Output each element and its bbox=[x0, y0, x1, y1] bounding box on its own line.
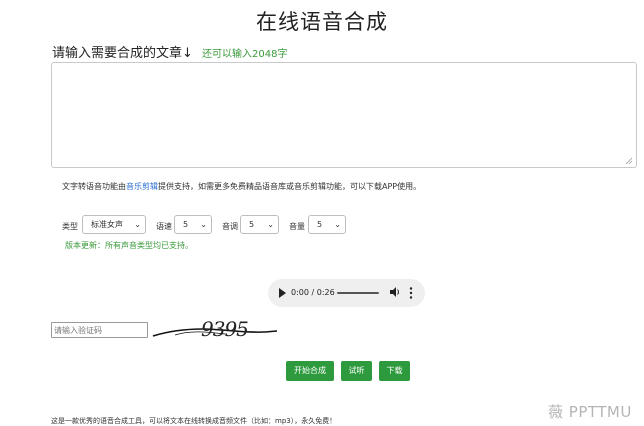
pitch-select-value: 5 bbox=[249, 220, 255, 229]
watermark: 薇 PPTTMU bbox=[548, 403, 632, 421]
pitch-select[interactable]: 5 ⌄ bbox=[240, 215, 279, 234]
audio-player: 0:00 / 0:26 bbox=[268, 279, 425, 307]
type-label: 类型 bbox=[62, 222, 78, 231]
footer-note: 这是一款优秀的语音合成工具，可以将文本在线转换成音频文件（比如：mp3），永久免… bbox=[51, 417, 337, 425]
page: 在线语音合成 请输入需要合成的文章↓ 还可以输入2048字 文字转语音功能由音乐… bbox=[0, 0, 644, 426]
audio-progress-slider[interactable] bbox=[337, 292, 379, 294]
article-textarea[interactable] bbox=[51, 62, 637, 168]
char-limit-text: 还可以输入2048字 bbox=[202, 49, 288, 60]
speed-label: 语速 bbox=[156, 222, 172, 231]
type-select[interactable]: 标准女声 ⌄ bbox=[82, 215, 146, 234]
pitch-label: 音调 bbox=[222, 222, 238, 231]
audio-time: 0:00 / 0:26 bbox=[291, 288, 335, 297]
info-suffix: 提供支持，如需更多免费精品语音库或音乐剪辑功能，可以下载APP使用。 bbox=[158, 182, 422, 191]
captcha-input[interactable] bbox=[51, 322, 148, 338]
chevron-down-icon: ⌄ bbox=[134, 220, 141, 229]
update-note: 版本更新：所有声音类型均已支持。 bbox=[65, 241, 193, 250]
prompt-label: 请输入需要合成的文章↓ bbox=[52, 46, 193, 61]
info-line: 文字转语音功能由音乐剪辑提供支持，如需更多免费精品语音库或音乐剪辑功能，可以下载… bbox=[62, 181, 421, 192]
more-options-icon[interactable] bbox=[409, 286, 413, 300]
prompt-row: 请输入需要合成的文章↓ 还可以输入2048字 bbox=[52, 42, 287, 61]
captcha-image[interactable]: 9395 bbox=[151, 312, 279, 344]
chevron-down-icon: ⌄ bbox=[334, 220, 341, 229]
speed-select[interactable]: 5 ⌄ bbox=[174, 215, 212, 234]
info-prefix: 文字转语音功能由 bbox=[62, 182, 126, 191]
volume-icon[interactable] bbox=[389, 286, 401, 298]
play-icon[interactable] bbox=[279, 288, 286, 298]
music-edit-link[interactable]: 音乐剪辑 bbox=[126, 182, 158, 191]
chevron-down-icon: ⌄ bbox=[200, 220, 207, 229]
captcha-text: 9395 bbox=[201, 317, 248, 341]
speed-select-value: 5 bbox=[183, 220, 189, 229]
page-title: 在线语音合成 bbox=[256, 10, 388, 34]
start-synthesis-button[interactable]: 开始合成 bbox=[286, 361, 334, 381]
preview-button[interactable]: 试听 bbox=[341, 361, 372, 381]
volume-select-value: 5 bbox=[317, 220, 323, 229]
chevron-down-icon: ⌄ bbox=[267, 220, 274, 229]
volume-label: 音量 bbox=[289, 222, 305, 231]
volume-select[interactable]: 5 ⌄ bbox=[308, 215, 346, 234]
download-button[interactable]: 下载 bbox=[379, 361, 410, 381]
type-select-value: 标准女声 bbox=[91, 220, 123, 229]
